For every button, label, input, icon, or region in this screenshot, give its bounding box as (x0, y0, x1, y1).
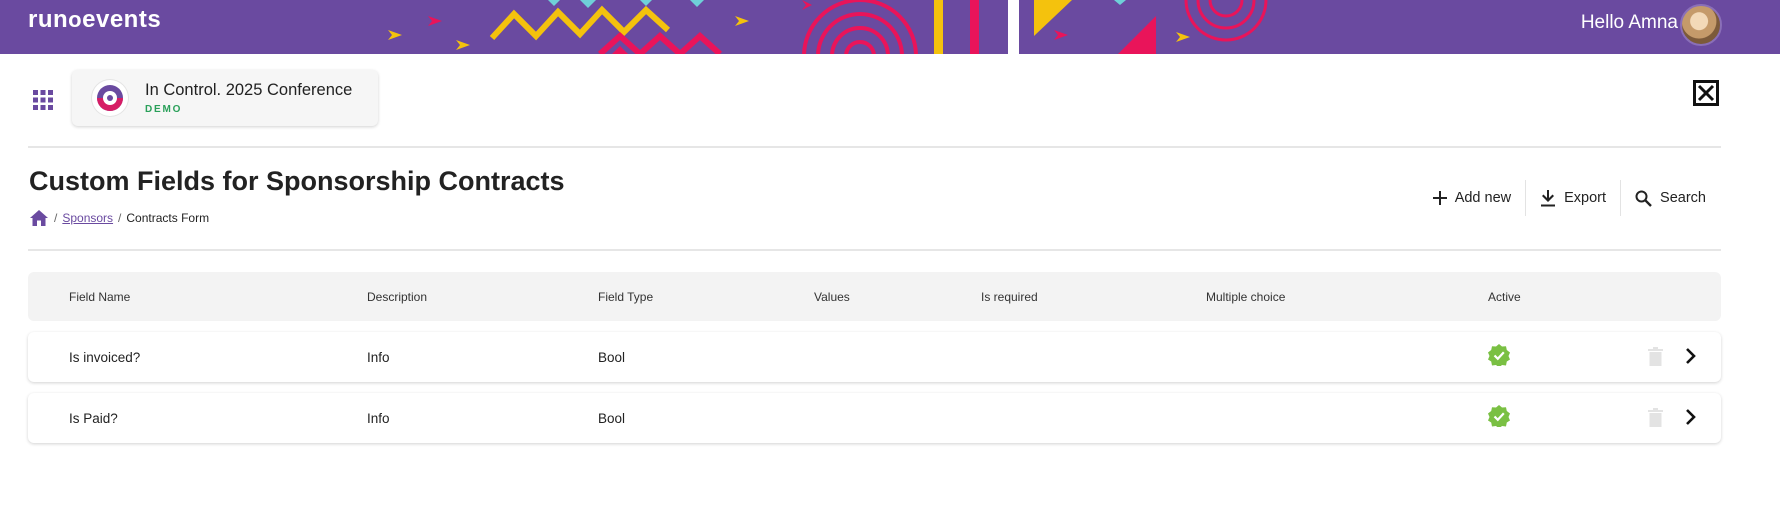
plus-icon (1432, 191, 1447, 205)
home-icon[interactable] (29, 209, 49, 227)
breadcrumb-separator: / (118, 211, 122, 225)
add-new-button[interactable]: Add new (1419, 180, 1525, 216)
trash-icon[interactable] (1648, 347, 1663, 366)
event-selector[interactable]: In Control. 2025 Conference DEMO (72, 70, 378, 126)
column-header-values: Values (814, 290, 850, 304)
column-header-active: Active (1488, 290, 1521, 304)
export-label: Export (1564, 190, 1607, 206)
page-title: Custom Fields for Sponsorship Contracts (29, 166, 565, 196)
table-row[interactable]: Is Paid? Info Bool (28, 393, 1721, 443)
user-greeting: Hello Amna (1580, 12, 1678, 33)
cell-field-name: Is invoiced? (69, 350, 141, 365)
download-icon (1541, 189, 1556, 206)
export-button[interactable]: Export (1526, 180, 1620, 216)
logo-text-left: run (28, 6, 69, 33)
table-row[interactable]: Is invoiced? Info Bool (28, 332, 1721, 382)
logo-text-right: events (82, 6, 162, 33)
top-banner: runoevents Hello Amna (0, 0, 1780, 54)
column-header-description: Description (367, 290, 428, 304)
breadcrumb-current: Contracts Form (126, 211, 210, 225)
chevron-right-icon[interactable] (1685, 408, 1697, 426)
banner-decoration (388, 0, 1268, 54)
breadcrumb: / Sponsors / Contracts Form (29, 209, 209, 227)
close-box-icon[interactable] (1693, 80, 1719, 106)
search-button[interactable]: Search (1621, 180, 1720, 216)
logo-separator: o (68, 7, 83, 32)
add-new-label: Add new (1454, 190, 1512, 206)
user-avatar[interactable] (1680, 4, 1722, 46)
search-label: Search (1660, 190, 1706, 206)
cell-field-type: Bool (598, 411, 626, 426)
event-status-badge: DEMO (145, 104, 183, 115)
app-logo[interactable]: runoevents (28, 6, 161, 34)
breadcrumb-separator: / (54, 211, 58, 225)
column-header-multiple-choice: Multiple choice (1206, 290, 1286, 304)
column-header-is-required: Is required (981, 290, 1038, 304)
chevron-right-icon[interactable] (1685, 347, 1697, 365)
cell-description: Info (367, 411, 390, 426)
event-logo-icon (92, 80, 128, 116)
column-header-field-type: Field Type (598, 290, 654, 304)
toolbar: Add new Export Search (1419, 180, 1720, 216)
divider (28, 249, 1721, 251)
table-header: Field Name Description Field Type Values… (28, 272, 1721, 321)
divider (28, 146, 1721, 148)
event-name: In Control. 2025 Conference (145, 81, 353, 99)
verified-check-icon (1488, 405, 1510, 427)
apps-grid-icon[interactable] (33, 90, 53, 110)
breadcrumb-link-sponsors[interactable]: Sponsors (62, 211, 113, 225)
cell-description: Info (367, 350, 390, 365)
cell-field-name: Is Paid? (69, 411, 118, 426)
search-icon (1635, 190, 1652, 207)
cell-field-type: Bool (598, 350, 626, 365)
trash-icon[interactable] (1648, 408, 1663, 427)
column-header-field-name: Field Name (69, 290, 131, 304)
verified-check-icon (1488, 344, 1510, 366)
